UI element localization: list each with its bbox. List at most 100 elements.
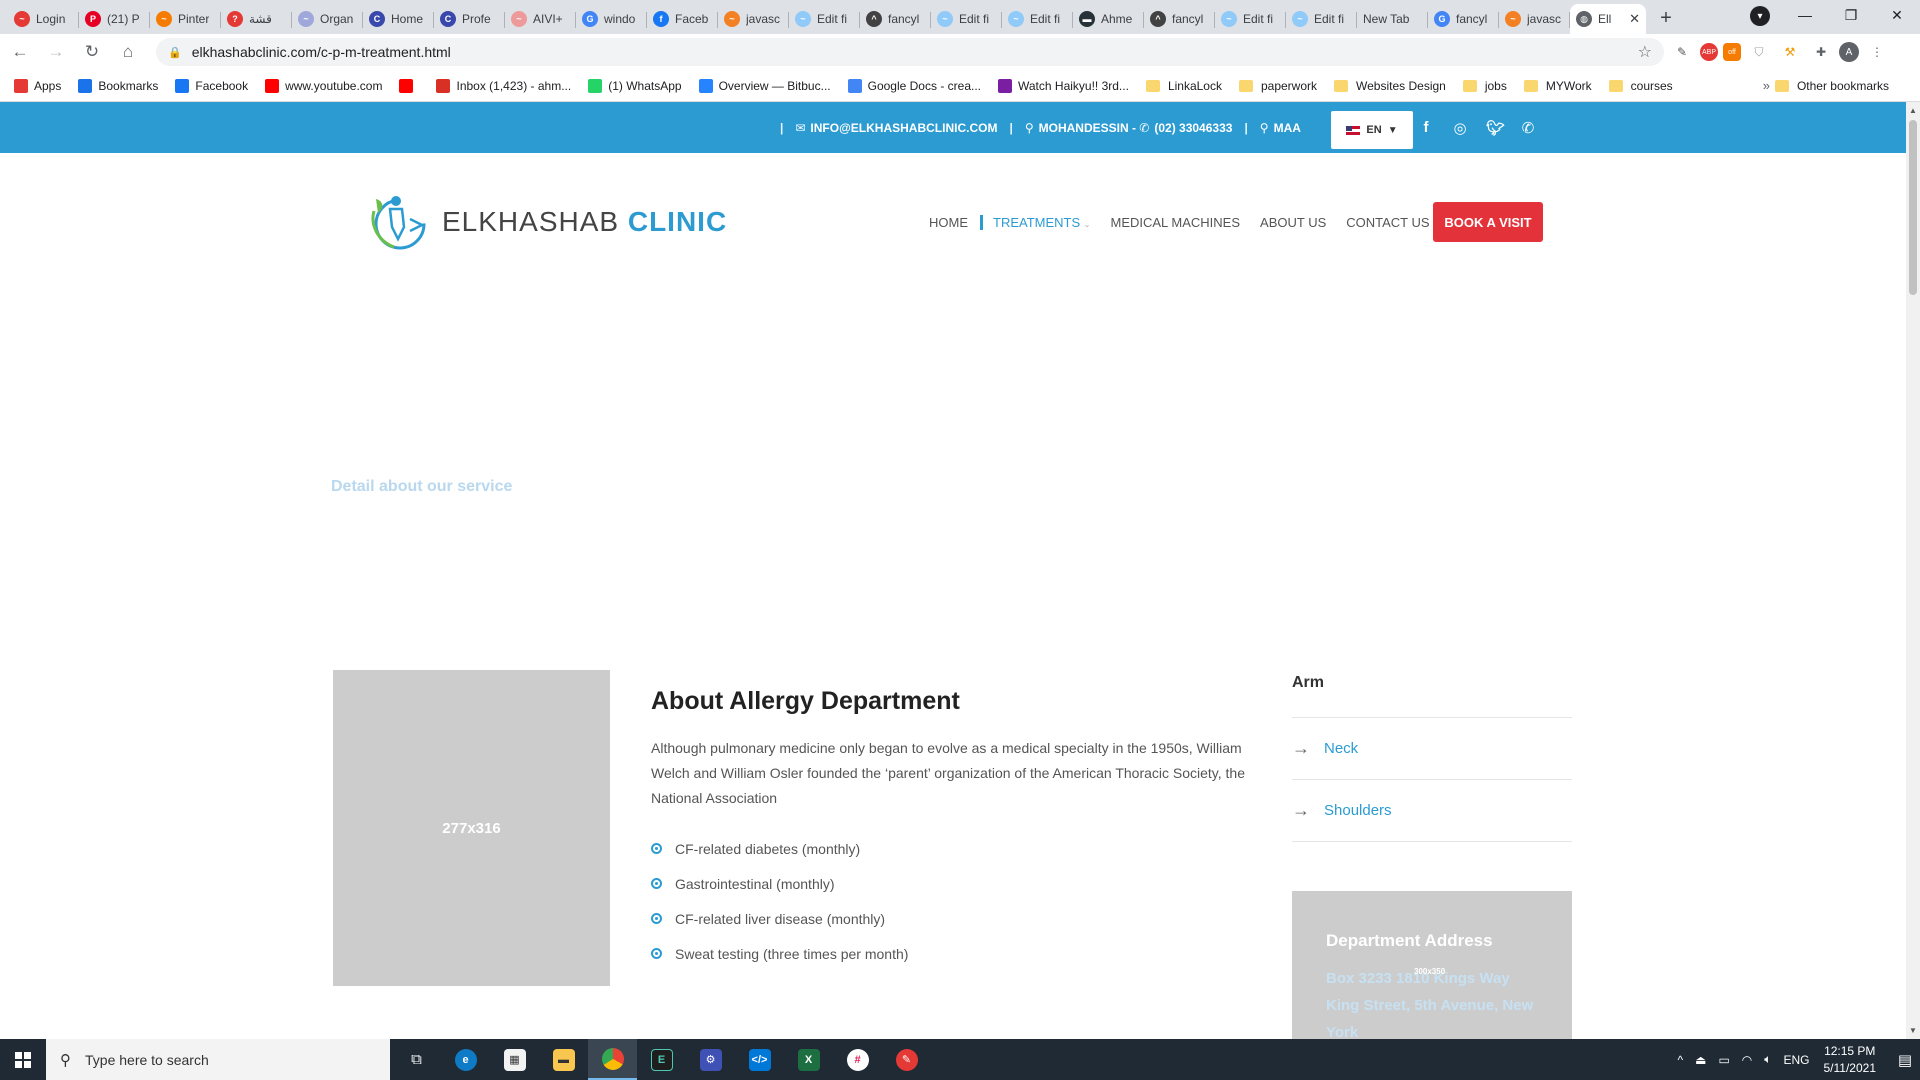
extensions-puzzle-icon[interactable]: ✚ — [1808, 39, 1834, 65]
browser-tab[interactable]: ~ Edit fi — [1002, 4, 1073, 34]
adblock-icon[interactable]: ABP — [1700, 43, 1718, 61]
browser-tab[interactable]: New Tab — [1357, 4, 1428, 34]
close-window-icon[interactable]: ✕ — [1874, 0, 1920, 30]
browser-tab[interactable]: f Faceb — [647, 4, 718, 34]
sidebar-link-neck[interactable]: → Neck — [1292, 718, 1572, 780]
browser-tab[interactable]: C Profe — [434, 4, 505, 34]
paint-app-icon[interactable]: ✎ — [882, 1039, 931, 1080]
email-link[interactable]: ✉ INFO@ELKHASHABCLINIC.COM — [795, 121, 997, 135]
bookmark-folder[interactable]: MYWork — [1523, 79, 1592, 93]
nav-about-us[interactable]: ABOUT US — [1260, 215, 1326, 230]
browser-tab-active[interactable]: ◍ Ell ✕ — [1570, 4, 1646, 34]
bookmark-item[interactable]: Facebook — [175, 78, 248, 93]
volume-icon[interactable]: 🔈︎ — [1764, 1052, 1771, 1067]
browser-tab[interactable]: ? قشة — [221, 4, 292, 34]
taskbar-search[interactable]: ⚲ Type here to search — [46, 1039, 390, 1080]
book-visit-button[interactable]: BOOK A VISIT — [1433, 202, 1543, 242]
instagram-icon[interactable]: ◎ — [1452, 119, 1468, 137]
bookmark-folder[interactable]: jobs — [1462, 79, 1507, 93]
wifi-icon[interactable]: ◠ — [1742, 1053, 1752, 1067]
browser-tab[interactable]: C Home — [363, 4, 434, 34]
browser-tab[interactable]: ^ fancyl — [860, 4, 931, 34]
tab-search-icon[interactable]: ▾ — [1750, 6, 1770, 26]
battery-icon[interactable]: ▭ — [1718, 1053, 1729, 1067]
browser-tab[interactable]: ~ Organ — [292, 4, 363, 34]
twitter-icon[interactable]: 🐦︎ — [1486, 119, 1505, 137]
chrome-icon[interactable] — [588, 1039, 637, 1080]
bookmark-item[interactable]: Overview — Bitbuc... — [698, 78, 831, 93]
site-logo[interactable]: ELKHASHAB CLINIC — [366, 191, 727, 253]
browser-tab[interactable]: P (21) P — [79, 4, 150, 34]
chevron-up-icon[interactable]: ^ — [1677, 1053, 1683, 1067]
sidebar-title[interactable]: Arm — [1292, 668, 1572, 718]
bookmark-item[interactable]: (1) WhatsApp — [588, 78, 682, 93]
browser-tab[interactable]: Gfancyl — [1428, 4, 1499, 34]
input-language[interactable]: ENG — [1783, 1053, 1809, 1067]
restore-icon[interactable]: ❐ — [1828, 0, 1874, 30]
browser-tab[interactable]: ~ AIVI+ — [505, 4, 576, 34]
browser-tab[interactable]: ~ Edit fi — [1286, 4, 1357, 34]
browser-tab[interactable]: Gwindo — [576, 4, 647, 34]
edge-icon[interactable]: e — [441, 1039, 490, 1080]
browser-tab[interactable]: ^ fancyl — [1144, 4, 1215, 34]
url-text[interactable]: elkhashabclinic.com/c-p-m-treatment.html — [192, 44, 1638, 60]
location-item[interactable]: ⚲ MOHANDESSIN - ✆ (02) 33046333 — [1025, 121, 1233, 135]
shield-icon[interactable]: ⛉ — [1746, 39, 1772, 65]
scroll-down-icon[interactable]: ▼ — [1909, 1026, 1917, 1035]
bookmark-folder[interactable]: paperwork — [1238, 79, 1317, 93]
bookmark-item[interactable]: Inbox (1,423) - ahm... — [436, 78, 571, 93]
new-tab-button[interactable]: + — [1652, 4, 1680, 32]
location-item-2[interactable]: ⚲ MAA — [1260, 121, 1301, 135]
extension-off-icon[interactable]: off — [1723, 43, 1741, 61]
facebook-icon[interactable]: f — [1418, 119, 1434, 136]
bookmark-item[interactable]: www.youtube.com — [265, 78, 382, 93]
chrome-menu-icon[interactable]: ⋮ — [1864, 39, 1890, 65]
forward-icon[interactable]: → — [40, 36, 72, 68]
file-explorer-icon[interactable]: ▬ — [539, 1039, 588, 1080]
browser-tab[interactable]: ~ Edit fi — [1215, 4, 1286, 34]
bookmark-item[interactable] — [399, 78, 419, 93]
lock-icon[interactable]: 🔒 — [168, 46, 182, 59]
minimize-icon[interactable]: — — [1782, 0, 1828, 30]
browser-tab[interactable]: ▬ Ahme — [1073, 4, 1144, 34]
more-bookmarks-icon[interactable]: » — [1763, 78, 1770, 93]
notifications-icon[interactable]: ▤ — [1890, 1051, 1920, 1069]
back-icon[interactable]: ← — [4, 36, 36, 68]
address-bar[interactable]: 🔒 elkhashabclinic.com/c-p-m-treatment.ht… — [156, 38, 1664, 66]
excel-icon[interactable]: X — [784, 1039, 833, 1080]
browser-tab[interactable]: ~ Edit fi — [931, 4, 1002, 34]
whatsapp-icon[interactable]: ✆ — [1520, 119, 1536, 137]
nav-contact-us[interactable]: CONTACT US — [1346, 215, 1429, 230]
task-view-icon[interactable]: ⧉ — [392, 1039, 441, 1080]
nav-medical-machines[interactable]: MEDICAL MACHINES — [1110, 215, 1240, 230]
language-selector[interactable]: EN ▼ — [1331, 111, 1413, 149]
network-app-icon[interactable]: ⚙ — [686, 1039, 735, 1080]
terminal-icon[interactable]: E — [637, 1039, 686, 1080]
store-icon[interactable]: ▦ — [490, 1039, 539, 1080]
profile-avatar[interactable]: A — [1839, 42, 1859, 62]
bookmark-item[interactable]: Watch Haikyu!! 3rd... — [998, 78, 1129, 93]
other-bookmarks[interactable]: Other bookmarks — [1774, 70, 1889, 102]
browser-tab[interactable]: ~ Login — [8, 4, 79, 34]
clock[interactable]: 12:15 PM 5/11/2021 — [1824, 1043, 1877, 1077]
browser-tab[interactable]: ~ javasc — [1499, 4, 1570, 34]
browser-tab[interactable]: ~ Edit fi — [789, 4, 860, 34]
browser-tab[interactable]: ~ javasc — [718, 4, 789, 34]
bookmark-star-icon[interactable]: ☆ — [1638, 42, 1652, 62]
extension-hammer-icon[interactable]: ⚒ — [1777, 39, 1803, 65]
bookmark-folder[interactable]: Websites Design — [1334, 79, 1446, 93]
bookmark-item[interactable]: Google Docs - crea... — [847, 78, 981, 93]
nav-home[interactable]: HOME — [929, 215, 968, 230]
page-scrollbar[interactable]: ▲ ▼ — [1906, 102, 1920, 1039]
bookmark-item[interactable]: Bookmarks — [78, 78, 158, 93]
sidebar-link-shoulders[interactable]: → Shoulders — [1292, 780, 1572, 842]
usb-icon[interactable]: ⏏ — [1695, 1053, 1706, 1067]
browser-tab[interactable]: ~ Pinter — [150, 4, 221, 34]
bookmark-folder[interactable]: courses — [1608, 79, 1673, 93]
nav-treatments[interactable]: TREATMENTS ⌄ — [980, 215, 1090, 230]
vscode-icon[interactable]: </> — [735, 1039, 784, 1080]
scroll-up-icon[interactable]: ▲ — [1909, 106, 1917, 115]
bookmark-item[interactable]: Apps — [14, 78, 61, 93]
bookmark-folder[interactable]: LinkaLock — [1145, 79, 1222, 93]
close-tab-icon[interactable]: ✕ — [1629, 11, 1640, 27]
